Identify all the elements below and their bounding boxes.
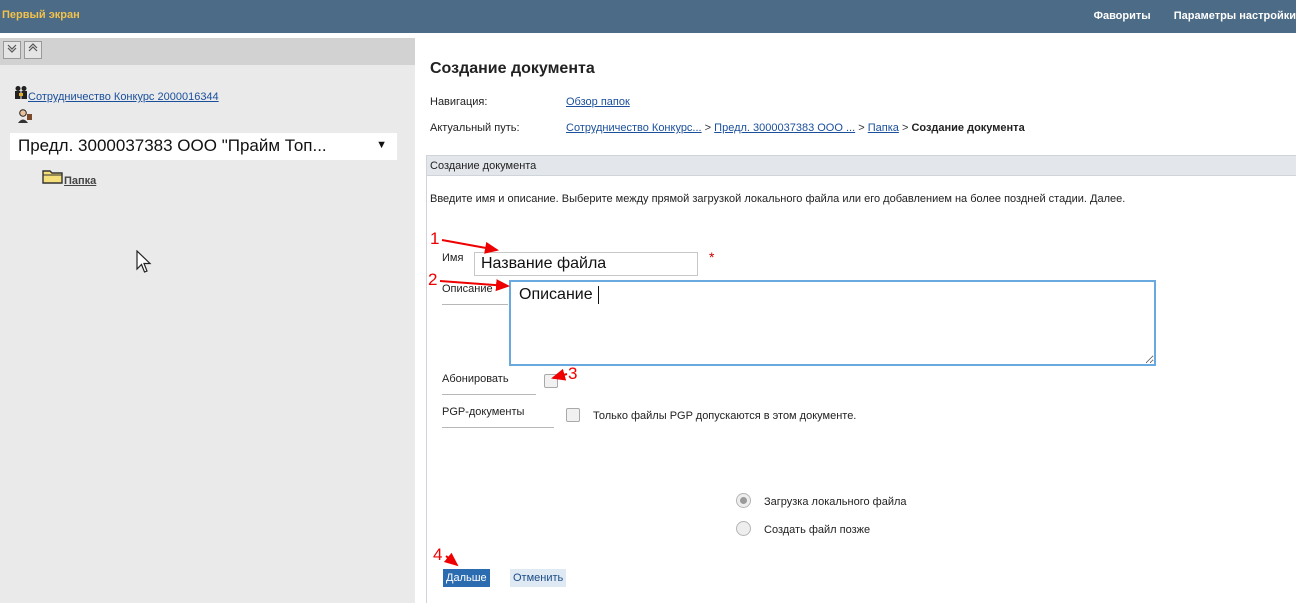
collapse-all-icon[interactable]: [3, 41, 21, 59]
tree-root-link[interactable]: Сотрудничество Конкурс 2000016344: [28, 91, 219, 103]
breadcrumb-separator: >: [704, 122, 712, 134]
description-label: Описание: [442, 283, 508, 305]
create-later-label: Создать файл позже: [764, 524, 871, 536]
instructions-text: Введите имя и описание. Выберите между п…: [430, 193, 1126, 205]
path-label: Актуальный путь:: [430, 122, 520, 134]
text-caret: [598, 286, 599, 304]
breadcrumb-link-2[interactable]: Предл. 3000037383 ООО ...: [714, 122, 855, 134]
sidebar: Сотрудничество Конкурс 2000016344 Предл.…: [0, 38, 415, 603]
name-input[interactable]: [474, 252, 698, 276]
next-button[interactable]: Дальше: [443, 569, 490, 587]
pgp-description: Только файлы PGP допускаются в этом доку…: [593, 410, 857, 422]
breadcrumb-current: Создание документа: [911, 122, 1025, 134]
main-content: Создание документа Навигация: Обзор папок…: [426, 38, 1296, 603]
content-divider: [426, 155, 427, 603]
top-bar: Первый экран Фавориты Параметры настройк…: [0, 0, 1296, 33]
pgp-label: PGP-документы: [442, 406, 554, 428]
tree-folder-item[interactable]: Папка: [42, 168, 96, 187]
proposal-selector[interactable]: Предл. 3000037383 ООО "Прайм Топ... ▼: [10, 133, 397, 160]
person-icon: [17, 109, 33, 127]
page-title: Создание документа: [430, 60, 595, 77]
subscribe-checkbox[interactable]: [544, 374, 558, 388]
breadcrumb-link-3[interactable]: Папка: [868, 122, 899, 134]
breadcrumb-separator: >: [901, 122, 909, 134]
breadcrumb: Актуальный путь: Сотрудничество Конкурс..…: [430, 122, 1025, 134]
partners-icon: [14, 85, 28, 103]
description-textarea[interactable]: [509, 280, 1156, 366]
name-label: Имя: [442, 252, 464, 264]
annotation-3: 3: [568, 364, 578, 383]
sidebar-toolbar: [0, 38, 415, 65]
top-links: Фавориты Параметры настройки: [1094, 10, 1296, 22]
folder-link[interactable]: Папка: [64, 175, 96, 187]
tree-root[interactable]: Сотрудничество Конкурс 2000016344: [14, 85, 219, 103]
breadcrumb-link-1[interactable]: Сотрудничество Конкурс...: [566, 122, 702, 134]
breadcrumb-separator: >: [858, 122, 865, 134]
home-link[interactable]: Первый экран: [2, 9, 80, 21]
pgp-checkbox[interactable]: [566, 408, 580, 422]
folders-overview-link[interactable]: Обзор папок: [566, 96, 630, 108]
required-marker: *: [709, 249, 715, 265]
dropdown-arrow-icon: ▼: [376, 139, 387, 151]
navigation-label: Навигация:: [430, 96, 488, 108]
proposal-selector-value: Предл. 3000037383 ООО "Прайм Топ...: [18, 136, 327, 155]
subscribe-label: Абонировать: [442, 373, 536, 395]
favorites-link[interactable]: Фавориты: [1094, 10, 1151, 22]
section-title: Создание документа: [430, 160, 537, 172]
annotation-2: 2: [428, 270, 438, 289]
upload-local-radio[interactable]: [736, 493, 751, 508]
section-header: Создание документа: [426, 155, 1296, 176]
mouse-cursor-icon: [136, 249, 152, 277]
expand-all-icon[interactable]: [24, 41, 42, 59]
navigation-row: Навигация: Обзор папок: [430, 96, 630, 108]
create-later-radio[interactable]: [736, 521, 751, 536]
annotation-4: 4: [433, 545, 443, 564]
folder-icon: [42, 168, 64, 187]
upload-local-label: Загрузка локального файла: [764, 496, 907, 508]
cancel-button[interactable]: Отменить: [510, 569, 567, 587]
settings-link[interactable]: Параметры настройки: [1174, 10, 1296, 22]
annotation-1: 1: [430, 229, 440, 248]
